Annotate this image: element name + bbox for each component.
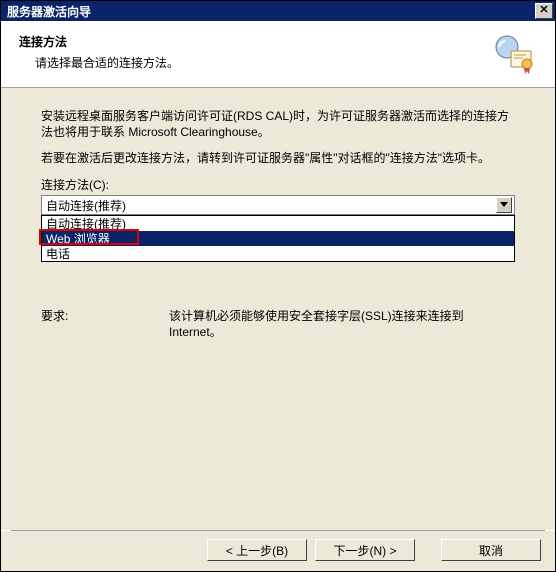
header-heading: 连接方法 — [19, 33, 493, 50]
header-sub: 请选择最合适的连接方法。 — [19, 54, 493, 71]
header-text: 连接方法 请选择最合适的连接方法。 — [19, 33, 493, 77]
header-panel: 连接方法 请选择最合适的连接方法。 — [1, 21, 555, 88]
next-button[interactable]: 下一步(N) > — [315, 539, 415, 561]
option-auto[interactable]: 自动连接(推荐) — [42, 216, 514, 231]
option-web[interactable]: Web 浏览器 — [42, 231, 514, 246]
close-icon[interactable]: ✕ — [535, 3, 553, 19]
window-title: 服务器激活向导 — [7, 3, 535, 20]
cancel-button[interactable]: 取消 — [441, 539, 541, 561]
option-phone[interactable]: 电话 — [42, 246, 514, 261]
chevron-down-icon[interactable] — [496, 197, 512, 213]
requirements-label: 要求: — [41, 308, 169, 340]
combo-value: 自动连接(推荐) — [44, 197, 496, 214]
paragraph-2: 若要在激活后更改连接方法，请转到许可证服务器"属性"对话框的"连接方法"选项卡。 — [41, 150, 515, 166]
wizard-window: 服务器激活向导 ✕ 连接方法 请选择最合适的连接方法。 安装远程桌面服务客户端访… — [0, 0, 556, 572]
connection-method-combo[interactable]: 自动连接(推荐) 自动连接(推荐) Web 浏览器 电话 — [41, 195, 515, 262]
combo-dropdown: 自动连接(推荐) Web 浏览器 电话 — [41, 215, 515, 262]
requirements-text: 该计算机必须能够使用安全套接字层(SSL)连接来连接到 Internet。 — [169, 308, 515, 340]
requirements-row: 要求: 该计算机必须能够使用安全套接字层(SSL)连接来连接到 Internet… — [41, 308, 515, 340]
combo-box[interactable]: 自动连接(推荐) — [41, 195, 515, 215]
paragraph-1: 安装远程桌面服务客户端访问许可证(RDS CAL)时，为许可证服务器激活而选择的… — [41, 108, 515, 140]
certificate-icon — [493, 33, 537, 77]
button-bar: < 上一步(B) 下一步(N) > 取消 — [1, 531, 555, 571]
combo-label: 连接方法(C): — [41, 176, 515, 193]
body-panel: 安装远程桌面服务客户端访问许可证(RDS CAL)时，为许可证服务器激活而选择的… — [1, 88, 555, 530]
button-gap — [423, 539, 433, 561]
titlebar: 服务器激活向导 ✕ — [1, 1, 555, 21]
back-button[interactable]: < 上一步(B) — [207, 539, 307, 561]
